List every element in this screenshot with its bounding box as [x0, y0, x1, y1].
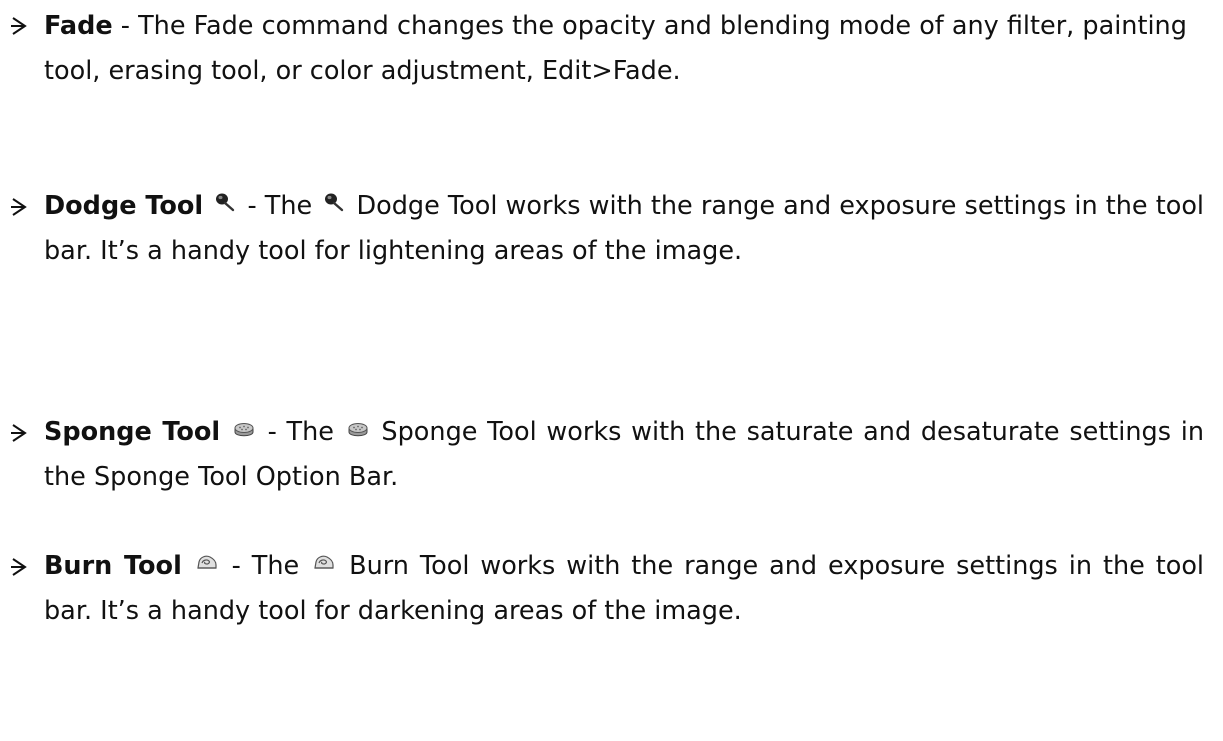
arrow-bullet-icon [11, 558, 27, 576]
sponge-tool-icon [346, 417, 370, 441]
arrow-bullet-icon [11, 198, 27, 216]
list-item-burn-tool: Burn Tool - The Burn Tool works with the… [11, 544, 1204, 634]
arrow-bullet-icon [11, 17, 27, 35]
term-sponge-tool: Sponge Tool [44, 417, 221, 447]
dodge-tool-icon [322, 191, 346, 215]
description-burn-tool-part1: - The [220, 551, 311, 581]
list-item-fade: Fade - The Fade command changes the opac… [11, 4, 1204, 94]
description-sponge-tool-part1: - The [257, 417, 344, 447]
term-fade: Fade [44, 11, 113, 41]
dodge-tool-icon [213, 191, 237, 215]
list-item-sponge-tool: Sponge Tool - The Sponge Tool works with… [11, 410, 1204, 500]
burn-tool-icon [195, 551, 219, 575]
burn-tool-icon [312, 551, 336, 575]
term-burn-tool: Burn Tool [44, 551, 182, 581]
term-dodge-tool: Dodge Tool [44, 191, 204, 221]
arrow-bullet-icon [11, 424, 27, 442]
list-item-dodge-tool: Dodge Tool - The Dodge Tool works with t… [11, 184, 1204, 274]
description-fade: - The Fade command changes the opacity a… [44, 11, 1187, 86]
sponge-tool-icon [232, 417, 256, 441]
description-dodge-tool-part1: - The [239, 191, 321, 221]
